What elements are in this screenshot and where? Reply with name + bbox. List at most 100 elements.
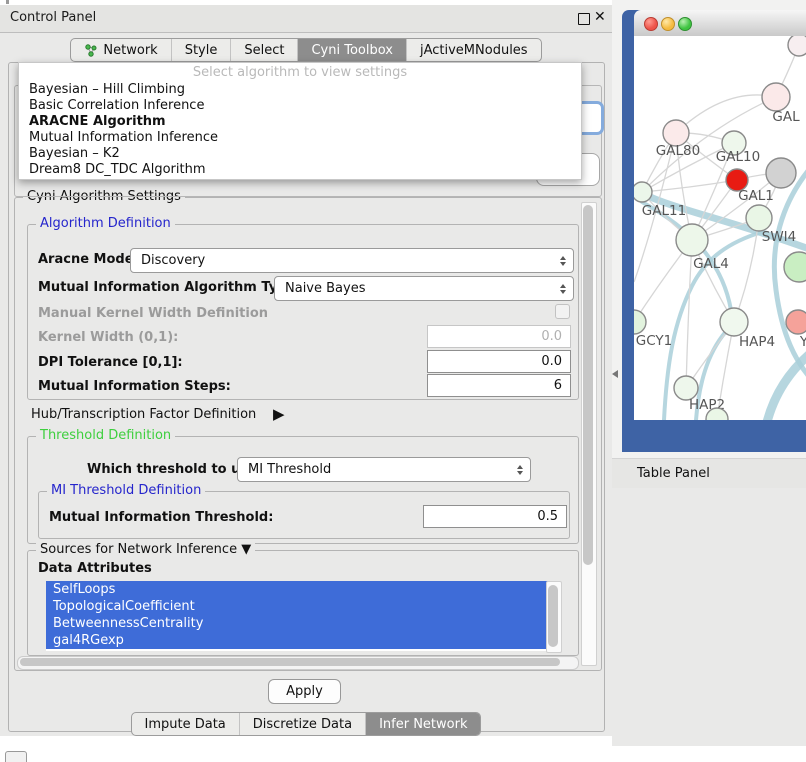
algorithm-dropdown: Select algorithm to view settings Bayesi… <box>18 62 582 180</box>
tab-style[interactable]: Style <box>172 39 232 61</box>
attribute-list-item[interactable]: SelfLoops <box>46 581 558 598</box>
network-node-top-right[interactable] <box>788 36 806 56</box>
network-node-label: GAL <box>772 109 800 125</box>
tab-select[interactable]: Select <box>231 39 298 61</box>
network-graph[interactable]: GALGAL80GAL10GAL1GAL11SWI4GAL4GCY1HAP4YH… <box>634 36 806 420</box>
mi-algorithm-type-select[interactable]: Naive Bayes <box>274 276 574 301</box>
network-node-green-right[interactable] <box>784 252 806 282</box>
kernel-width-value: 0.0 <box>541 329 562 344</box>
network-node-label: GAL80 <box>656 143 700 159</box>
tab-discretize-data[interactable]: Discretize Data <box>240 713 366 735</box>
stepper-arrows-icon <box>560 284 566 294</box>
stepper-arrows-icon <box>517 465 523 475</box>
collapsed-panel-button[interactable] <box>5 751 27 762</box>
network-node-gray-node[interactable] <box>766 158 796 188</box>
sources-title: Sources for Network Inference ▼ <box>36 542 255 557</box>
network-node-GAL4[interactable] <box>676 224 708 256</box>
network-node-GAL-cut[interactable] <box>762 83 790 111</box>
algorithm-dropdown-list: Bayesian – Hill ClimbingBasic Correlatio… <box>19 82 581 178</box>
algorithm-option[interactable]: Basic Correlation Inference <box>19 98 581 114</box>
mi-threshold-value: 0.5 <box>537 509 558 524</box>
tab-network[interactable]: Network <box>71 39 171 61</box>
screenshot-root: Control Panel ✕ NetworkStyleSelectCyni T… <box>0 0 806 762</box>
algorithm-definition-group: Algorithm Definition Aracne Mode: Discov… <box>27 224 579 400</box>
network-node-GCY1[interactable] <box>634 310 646 334</box>
expand-arrow-icon[interactable]: ▶ <box>273 405 285 423</box>
mi-threshold-definition-group: MI Threshold Definition Mutual Informati… <box>38 491 570 539</box>
tab-jactivemnodules[interactable]: jActiveMNodules <box>407 39 541 61</box>
scrollbar-thumb[interactable] <box>20 658 560 666</box>
network-node-label: GAL11 <box>642 203 686 219</box>
float-window-icon[interactable] <box>578 13 590 25</box>
scrollbar-thumb[interactable] <box>548 585 558 647</box>
threshold-definition-title: Threshold Definition <box>36 428 175 443</box>
close-icon[interactable]: ✕ <box>594 9 606 25</box>
table-panel-body: ⚙ shared...name YDL19...YDL19...13YDR27.… <box>612 488 806 746</box>
minimize-traffic-light[interactable] <box>661 17 675 31</box>
kernel-width-field[interactable]: 0.0 <box>427 325 571 348</box>
algorithm-option[interactable]: Dream8 DC_TDC Algorithm <box>19 162 581 178</box>
mi-threshold-label: Mutual Information Threshold: <box>49 510 273 525</box>
network-node-GAL11[interactable] <box>634 182 652 202</box>
manual-kernel-checkbox[interactable] <box>555 304 570 319</box>
collapse-arrow-icon[interactable]: ▼ <box>241 542 251 557</box>
tab-cyni-toolbox[interactable]: Cyni Toolbox <box>298 39 407 61</box>
network-node-salmon-node[interactable] <box>786 310 806 334</box>
network-node-label: SWI4 <box>762 229 797 245</box>
control-panel-header: Control Panel ✕ <box>0 5 612 33</box>
mi-threshold-field[interactable]: 0.5 <box>423 505 567 528</box>
network-node-HAP4[interactable] <box>720 308 748 336</box>
hub-section-label[interactable]: Hub/Transcription Factor Definition <box>31 407 256 422</box>
network-canvas[interactable]: GALGAL80GAL10GAL1GAL11SWI4GAL4GCY1HAP4YH… <box>634 36 806 420</box>
network-node-SWI4[interactable] <box>746 205 772 231</box>
aracne-mode-value: Discovery <box>141 253 205 268</box>
network-node-label: GAL4 <box>693 256 729 272</box>
bottom-tab-bar: Impute DataDiscretize DataInfer Network <box>0 712 612 736</box>
mi-steps-field[interactable]: 6 <box>427 374 571 397</box>
zoom-traffic-light[interactable] <box>678 17 692 31</box>
tab-impute-data[interactable]: Impute Data <box>132 713 240 735</box>
network-window-titlebar[interactable] <box>634 10 806 37</box>
mi-algorithm-type-label: Mutual Information Algorithm Type: <box>38 280 301 295</box>
network-edge[interactable] <box>642 180 737 192</box>
control-panel-title: Control Panel <box>10 10 96 25</box>
tab-infer-network[interactable]: Infer Network <box>366 713 480 735</box>
algorithm-dropdown-placeholder: Select algorithm to view settings <box>19 65 581 80</box>
table-panel-header: Table Panel <box>612 458 806 490</box>
attribute-list-item[interactable]: gal4RGexp <box>46 632 558 649</box>
attributes-vertical-scrollbar[interactable] <box>546 581 562 653</box>
attribute-list-item[interactable]: TopologicalCoefficient <box>46 598 558 615</box>
aracne-mode-label: Aracne Mode: <box>38 252 139 267</box>
algorithm-option[interactable]: Bayesian – K2 <box>19 146 581 162</box>
mi-threshold-definition-title: MI Threshold Definition <box>47 483 205 498</box>
manual-kernel-label: Manual Kernel Width Definition <box>38 306 268 321</box>
mi-steps-label: Mutual Information Steps: <box>38 379 231 394</box>
aracne-mode-select[interactable]: Discovery <box>130 248 574 273</box>
network-node-label: GCY1 <box>636 333 673 349</box>
settings-horizontal-scrollbar[interactable] <box>17 656 579 670</box>
close-traffic-light[interactable] <box>644 17 658 31</box>
network-node-label: GAL10 <box>716 149 760 165</box>
table-panel-title: Table Panel <box>637 466 710 481</box>
panel-splitter-arrow-icon[interactable] <box>612 370 618 378</box>
network-edge[interactable] <box>686 240 692 388</box>
network-node-label: Y <box>799 334 806 350</box>
network-edge-thick[interactable] <box>767 352 806 420</box>
dpi-tolerance-field[interactable]: 0.0 <box>427 350 571 373</box>
data-attributes-list[interactable]: SelfLoopsTopologicalCoefficientBetweenne… <box>46 581 558 651</box>
attribute-list-item[interactable]: BetweennessCentrality <box>46 615 558 632</box>
kernel-width-label: Kernel Width (0,1): <box>38 330 178 345</box>
stepper-arrows-icon <box>560 256 566 266</box>
network-edge[interactable] <box>676 95 776 133</box>
algorithm-option[interactable]: Bayesian – Hill Climbing <box>19 82 581 98</box>
apply-button[interactable]: Apply <box>268 679 341 704</box>
algorithm-option[interactable]: Mutual Information Inference <box>19 130 581 146</box>
scrollbar-thumb[interactable] <box>583 205 593 565</box>
algorithm-option[interactable]: ARACNE Algorithm <box>19 114 581 130</box>
which-threshold-select[interactable]: MI Threshold <box>237 457 531 482</box>
control-panel: Control Panel ✕ NetworkStyleSelectCyni T… <box>0 5 612 736</box>
top-tab-bar: NetworkStyleSelectCyni ToolboxjActiveMNo… <box>0 38 612 62</box>
dpi-tolerance-label: DPI Tolerance [0,1]: <box>38 355 183 370</box>
network-node-label: GAL1 <box>738 188 774 204</box>
settings-vertical-scrollbar[interactable] <box>581 202 597 666</box>
